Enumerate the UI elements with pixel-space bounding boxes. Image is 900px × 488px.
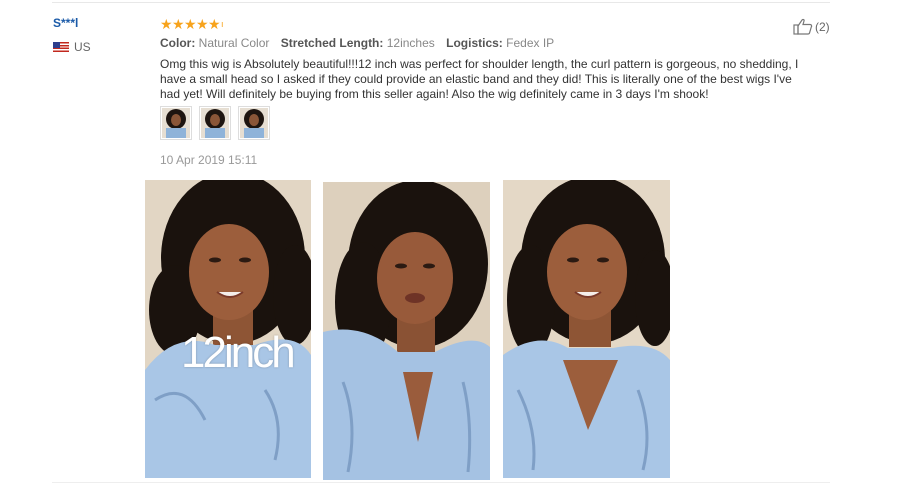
review-photo[interactable]: 12inch — [145, 180, 311, 478]
photo-thumbnails — [160, 106, 270, 140]
bottom-divider — [52, 482, 830, 483]
us-flag-icon — [53, 42, 69, 52]
review-text: Omg this wig is Absolutely beautiful!!!1… — [160, 57, 799, 101]
photo-thumbnail[interactable] — [238, 106, 270, 140]
top-divider — [52, 2, 830, 3]
reviewer-name[interactable]: S***l — [53, 16, 91, 30]
thumbs-up-icon — [793, 18, 813, 35]
star-icon: ★ — [196, 16, 209, 32]
helpful-button[interactable]: (2) — [793, 18, 830, 35]
review-photo[interactable] — [323, 182, 490, 480]
star-icon: ★ — [172, 16, 185, 32]
country-label: US — [74, 40, 91, 54]
photo-caption: 12inch — [181, 328, 296, 377]
star-rating: ★ ★ ★ ★ ★ ı — [160, 16, 820, 32]
review-photo[interactable] — [503, 180, 670, 478]
helpful-count: (2) — [815, 19, 830, 34]
photo-thumbnail[interactable] — [199, 106, 231, 140]
reviewer-country: US — [53, 40, 91, 54]
reviewer-info: S***l US — [53, 16, 91, 54]
photo-thumbnail[interactable] — [160, 106, 192, 140]
star-icon: ★ — [208, 16, 221, 32]
star-icon: ★ — [184, 16, 197, 32]
star-icon: ★ — [160, 16, 173, 32]
order-attributes: Color: Natural Color Stretched Length: 1… — [160, 36, 820, 50]
review-date: 10 Apr 2019 15:11 — [160, 153, 258, 167]
review-body: ★ ★ ★ ★ ★ ı Color: Natural Color Stretch… — [160, 16, 820, 102]
attribute-color: Color: Natural Color — [160, 36, 270, 50]
attribute-logistics: Logistics: Fedex IP — [446, 36, 555, 50]
rating-tail-icon: ı — [221, 19, 224, 29]
attribute-length: Stretched Length: 12inches — [280, 36, 435, 50]
